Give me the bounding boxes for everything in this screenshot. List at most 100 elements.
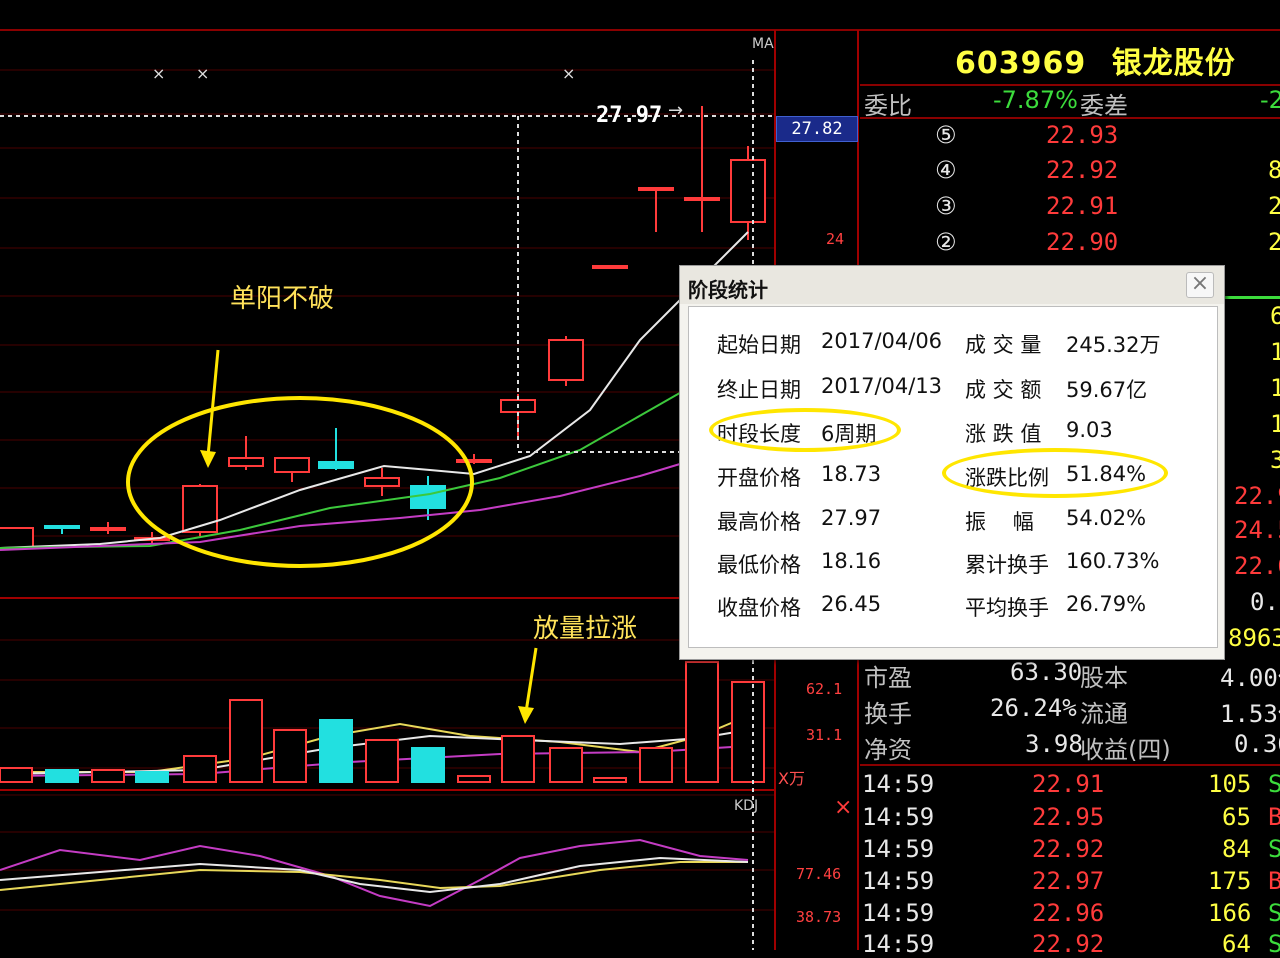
volume-bar (457, 775, 491, 783)
tick-volume: 64 (1222, 930, 1251, 958)
arrow-head (200, 450, 216, 468)
tick-price: 22.91 (1032, 770, 1105, 798)
tick-price: 22.92 (1032, 835, 1105, 863)
current-price-tag: 27.82 (776, 116, 858, 142)
volume-bar (365, 739, 399, 783)
fundamental-value: 63.30 (1010, 658, 1083, 686)
stage-stats-dialog[interactable]: 阶段统计 × 起始日期 2017/04/06 终止日期 2017/04/13 时… (679, 265, 1225, 660)
annotation-single-yang: 单阳不破 (230, 284, 335, 314)
arrow-head (518, 706, 534, 724)
volume-bar (731, 681, 765, 783)
fundamental-value: 0.36 (1234, 730, 1280, 758)
tick-flag: S (1268, 835, 1280, 863)
close-icon[interactable]: × (1186, 272, 1214, 298)
ask-level: ③ (935, 192, 957, 220)
marker-x-3: × (562, 64, 576, 83)
partial-value: 0.7 (1250, 588, 1280, 616)
volume-bar (501, 735, 535, 783)
stat-label: 成 交 额 (965, 378, 1042, 402)
dialog-body: 起始日期 2017/04/06 终止日期 2017/04/13 时段长度 6周期… (688, 306, 1218, 648)
partial-value: 24.5 (1234, 516, 1280, 544)
ask-volume: 8 (1268, 156, 1280, 184)
ask-level: ② (935, 228, 957, 256)
stat-label: 终止日期 (717, 378, 801, 402)
candle-body (44, 525, 80, 529)
candle-body (364, 477, 400, 487)
volume-unit-label: X万 (778, 769, 805, 788)
stat-label: 最高价格 (717, 510, 801, 534)
ma-indicator-label[interactable]: MA (752, 36, 774, 52)
tick-time: 14:59 (862, 899, 935, 927)
kdj-close-icon[interactable]: × (834, 795, 852, 820)
vol-axis-31: 31.1 (806, 726, 843, 744)
stat-label: 开盘价格 (717, 466, 801, 490)
stat-label: 收盘价格 (717, 596, 801, 620)
highlight-period-length (709, 408, 901, 452)
fundamental-label: 流通 (1080, 700, 1128, 728)
ma-line-green (0, 349, 761, 549)
ask-volume: 2 (1268, 228, 1280, 256)
volume-bar (45, 769, 79, 783)
tick-flag: S (1268, 899, 1280, 927)
orderbook-divider (860, 117, 1280, 119)
ask-volume: 2 (1268, 192, 1280, 220)
ma-line-white (0, 231, 749, 549)
tick-time: 14:59 (862, 770, 935, 798)
stat-label: 平均换手 (965, 596, 1049, 620)
stat-label: 累计换手 (965, 553, 1049, 577)
annotation-volume-rise: 放量拉涨 (533, 614, 638, 644)
tick-time: 14:59 (862, 867, 935, 895)
fundamental-label: 换手 (864, 700, 912, 728)
partial-value: 22.6 (1234, 552, 1280, 580)
volume-bar (685, 661, 719, 783)
volume-bar (593, 777, 627, 783)
stat-label: 成 交 量 (965, 333, 1042, 357)
tick-price: 22.95 (1032, 803, 1105, 831)
tick-flag: S (1268, 770, 1280, 798)
volume-bar (135, 771, 169, 783)
ask-price: 22.93 (1046, 121, 1119, 149)
tick-flag: B (1268, 867, 1280, 895)
candle-body (274, 457, 310, 473)
kdj-axis-77: 77.46 (796, 865, 842, 883)
candle-body (456, 459, 492, 463)
volume-bar (411, 747, 445, 783)
volume-bar (549, 747, 583, 783)
partial-value: 22.9 (1234, 482, 1280, 510)
stat-label: 最低价格 (717, 553, 801, 577)
partial-value: 6 (1270, 302, 1280, 330)
candle-body (0, 527, 34, 549)
ask-level: ⑤ (935, 121, 957, 149)
ask-price: 22.91 (1046, 192, 1119, 220)
marker-x-2: × (196, 64, 210, 83)
ticks-divider (860, 764, 1280, 766)
weibi-value: -7.87% (993, 86, 1078, 114)
tick-price: 22.96 (1032, 899, 1105, 927)
partial-value: 1 (1270, 338, 1280, 366)
stat-value: 160.73% (1066, 549, 1160, 573)
stat-label: 涨 跌 值 (965, 422, 1042, 446)
arrow-right-icon: → (668, 100, 684, 121)
tick-time: 14:59 (862, 930, 935, 958)
fundamental-label: 股本 (1080, 664, 1128, 692)
tick-volume: 166 (1208, 899, 1252, 927)
stat-value: 9.03 (1066, 418, 1113, 442)
dialog-titlebar[interactable]: 阶段统计 × (680, 266, 1224, 304)
fundamental-label: 市盈 (864, 664, 912, 692)
stat-value: 245.32万 (1066, 333, 1161, 357)
highlight-ellipse (126, 396, 474, 568)
candle-body (228, 457, 264, 467)
candle-body (548, 339, 584, 381)
candle-body (638, 187, 674, 191)
weibi-label: 委比 (864, 92, 912, 120)
stat-value: 27.97 (821, 506, 882, 530)
volume-bar (639, 747, 673, 783)
ask-level: ④ (935, 156, 957, 184)
price-axis-24: 24 (826, 230, 845, 248)
ask-price: 22.90 (1046, 228, 1119, 256)
highlight-change-ratio (942, 448, 1168, 498)
kdj-indicator-label[interactable]: KDJ (734, 798, 758, 814)
candle-body (684, 197, 720, 201)
fundamental-value: 3.98 (1025, 730, 1083, 758)
dialog-title: 阶段统计 (688, 278, 768, 302)
